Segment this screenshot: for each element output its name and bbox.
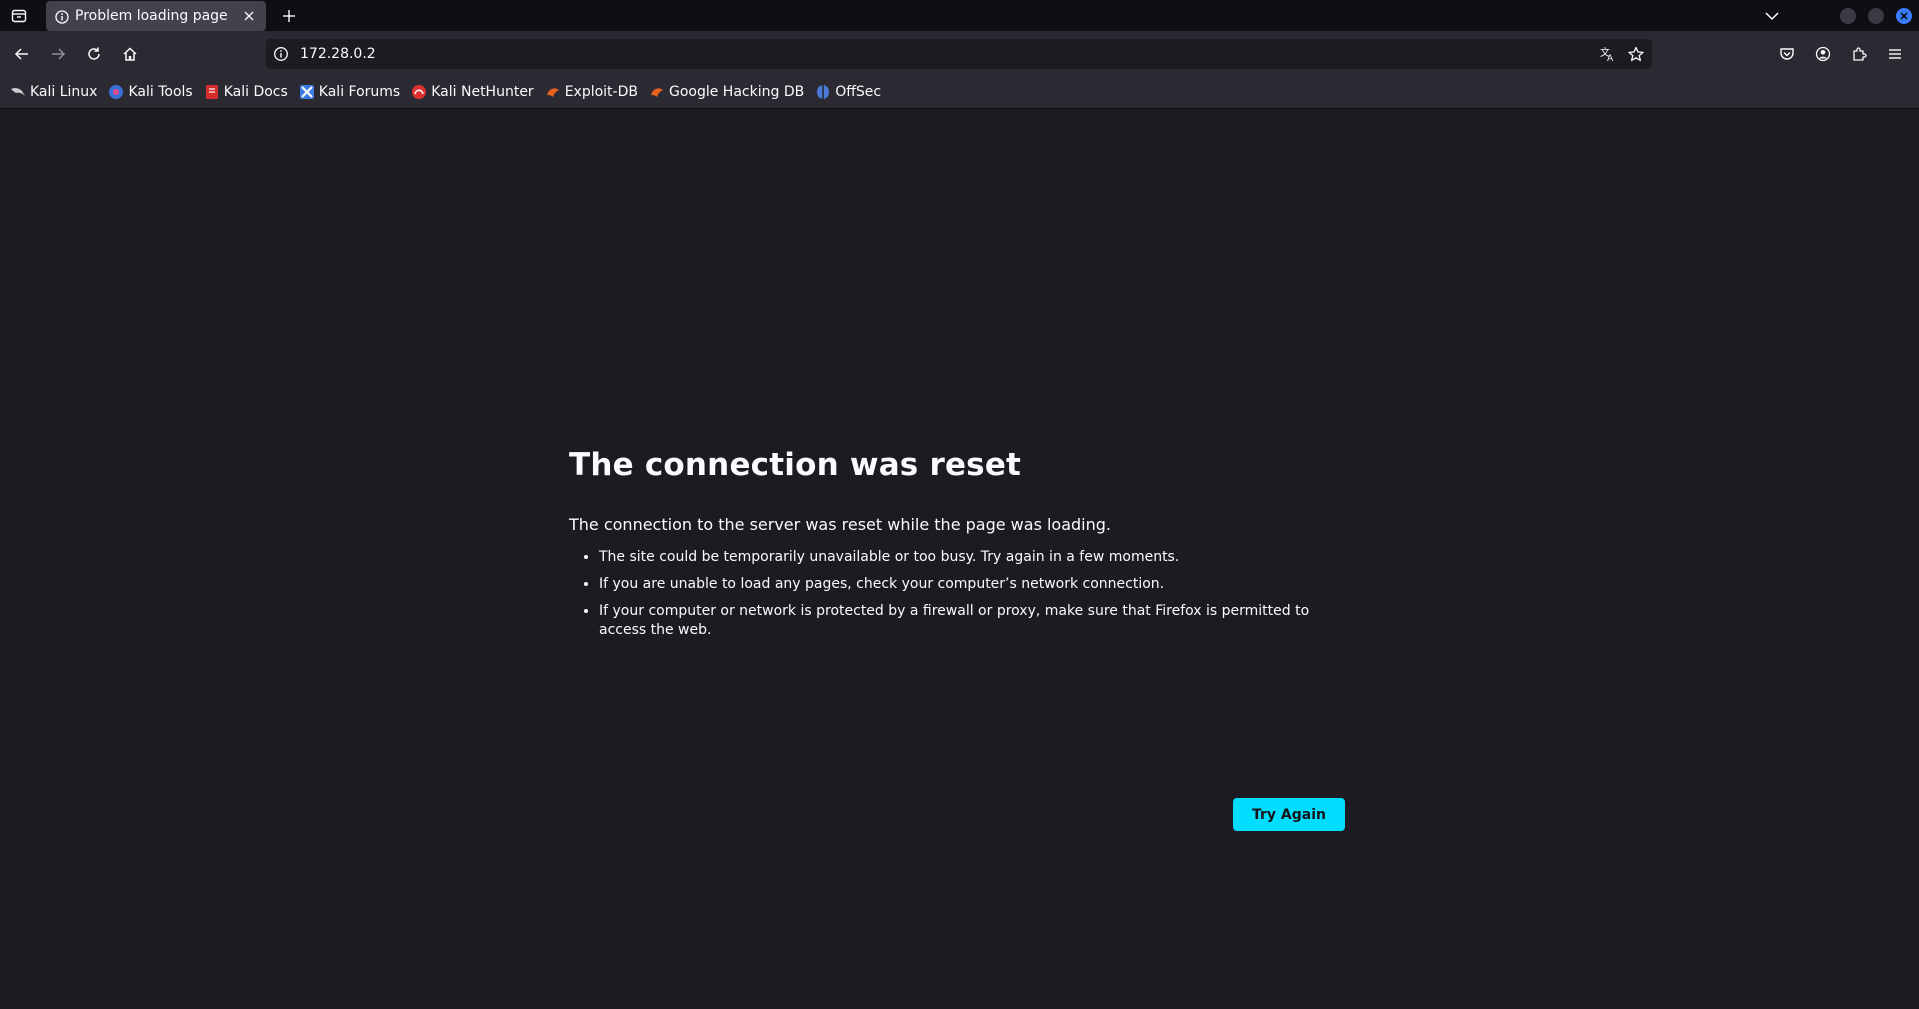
kali-dragon-icon [10, 84, 26, 100]
info-icon [55, 9, 69, 24]
firefox-view-icon[interactable] [8, 5, 30, 27]
try-again-button[interactable]: Try Again [1233, 798, 1345, 831]
bookmark-kali-linux[interactable]: Kali Linux [10, 80, 97, 104]
bookmark-kali-docs[interactable]: Kali Docs [204, 80, 288, 104]
bookmark-kali-nethunter[interactable]: Kali NetHunter [411, 80, 534, 104]
kali-nethunter-icon [411, 84, 427, 100]
bookmark-google-hacking-db[interactable]: Google Hacking DB [649, 80, 804, 104]
list-item: The site could be temporarily unavailabl… [599, 548, 1345, 567]
close-window-button[interactable] [1896, 8, 1912, 24]
translate-icon[interactable]: 文A [1598, 44, 1618, 64]
navigation-toolbar: 172.28.0.2 文A [0, 31, 1919, 76]
error-title: The connection was reset [569, 447, 1022, 483]
home-icon[interactable] [117, 41, 143, 67]
bookmark-kali-tools[interactable]: Kali Tools [108, 80, 193, 104]
list-item: If your computer or network is protected… [599, 602, 1345, 640]
kali-docs-icon [204, 84, 220, 100]
forward-arrow-icon[interactable] [45, 41, 71, 67]
url-bar[interactable]: 172.28.0.2 文A [266, 39, 1652, 69]
page-content: The connection was reset The connection … [0, 110, 1919, 1009]
tab-problem-loading-page[interactable]: Problem loading page [46, 1, 266, 31]
list-item: If you are unable to load any pages, che… [599, 575, 1345, 594]
bookmark-exploit-db[interactable]: Exploit-DB [545, 80, 638, 104]
kali-forums-icon [299, 84, 315, 100]
maximize-window-button[interactable] [1868, 8, 1884, 24]
google-hacking-db-icon [649, 84, 665, 100]
url-text[interactable]: 172.28.0.2 [300, 46, 376, 62]
extensions-icon[interactable] [1847, 42, 1871, 66]
new-tab-plus-icon[interactable] [278, 5, 300, 27]
pocket-icon[interactable] [1775, 42, 1799, 66]
kali-tools-icon [108, 84, 124, 100]
minimize-window-button[interactable] [1840, 8, 1856, 24]
offsec-icon [815, 84, 831, 100]
tab-title: Problem loading page [75, 8, 228, 24]
exploit-db-icon [545, 84, 561, 100]
reload-icon[interactable] [81, 41, 107, 67]
bookmarks-toolbar: Kali Linux Kali Tools Kali Docs Kali For… [0, 76, 1919, 109]
list-all-tabs-chevron-icon[interactable] [1761, 5, 1783, 27]
bookmark-kali-forums[interactable]: Kali Forums [299, 80, 400, 104]
svg-text:A: A [1607, 54, 1614, 62]
back-arrow-icon[interactable] [9, 41, 35, 67]
bookmark-star-icon[interactable] [1626, 44, 1646, 64]
error-suggestions-list: The site could be temporarily unavailabl… [569, 548, 1345, 640]
bookmark-offsec[interactable]: OffSec [815, 80, 881, 104]
error-container: The connection was reset The connection … [569, 445, 1345, 831]
hamburger-menu-icon[interactable] [1883, 42, 1907, 66]
tab-strip: Problem loading page [0, 0, 1919, 31]
close-tab-icon[interactable] [240, 7, 258, 25]
site-info-icon[interactable] [273, 46, 289, 62]
error-description: The connection to the server was reset w… [569, 515, 1112, 534]
account-icon[interactable] [1811, 42, 1835, 66]
